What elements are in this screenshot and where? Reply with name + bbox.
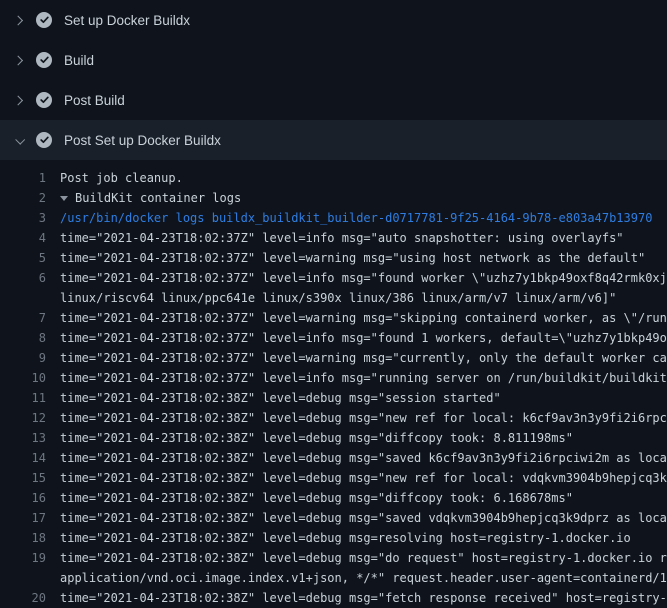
log-line: 2 BuildKit container logs — [0, 188, 667, 208]
step-label: Build — [64, 53, 94, 68]
log-text: time="2021-04-23T18:02:37Z" level=info m… — [60, 328, 667, 348]
line-number[interactable]: 16 — [0, 488, 46, 508]
line-number[interactable]: 17 — [0, 508, 46, 528]
log-text: time="2021-04-23T18:02:37Z" level=info m… — [60, 368, 667, 388]
workflow-log-viewer: Set up Docker Buildx Build Post Build Post … — [0, 0, 667, 608]
log-text: application/vnd.oci.image.index.v1+json,… — [60, 568, 667, 588]
log-line: 11 time="2021-04-23T18:02:38Z" level=debu… — [0, 388, 667, 408]
line-number[interactable]: 2 — [0, 188, 46, 208]
log-line: 3/usr/bin/docker logs buildx_buildkit_bu… — [0, 208, 667, 228]
chevron-down-icon — [14, 135, 24, 145]
log-line: 12 time="2021-04-23T18:02:38Z" level=debu… — [0, 408, 667, 428]
log-line: 20 time="2021-04-23T18:02:38Z" level=debu… — [0, 588, 667, 608]
log-line: 18 time="2021-04-23T18:02:38Z" level=debu… — [0, 528, 667, 548]
log-line-continuation: linux/riscv64 linux/ppc641e linux/s390x … — [0, 288, 667, 308]
line-number[interactable]: 10 — [0, 368, 46, 388]
log-line: 6 time="2021-04-23T18:02:37Z" level=info … — [0, 268, 667, 288]
log-line: 13 time="2021-04-23T18:02:38Z" level=debu… — [0, 428, 667, 448]
log-line: 7 time="2021-04-23T18:02:37Z" level=warni… — [0, 308, 667, 328]
line-number[interactable]: 3 — [0, 208, 46, 228]
log-text: time="2021-04-23T18:02:38Z" level=debug … — [60, 428, 573, 448]
line-number — [0, 568, 46, 588]
log-text: time="2021-04-23T18:02:38Z" level=debug … — [60, 548, 667, 568]
line-number[interactable]: 13 — [0, 428, 46, 448]
line-number[interactable]: 8 — [0, 328, 46, 348]
log-text: time="2021-04-23T18:02:38Z" level=debug … — [60, 448, 667, 468]
line-number[interactable]: 6 — [0, 268, 46, 288]
log-line: 17 time="2021-04-23T18:02:38Z" level=debu… — [0, 508, 667, 528]
log-line: 14 time="2021-04-23T18:02:38Z" level=debu… — [0, 448, 667, 468]
check-circle-icon — [36, 52, 52, 68]
line-number[interactable]: 9 — [0, 348, 46, 368]
log-line-continuation: application/vnd.oci.image.index.v1+json,… — [0, 568, 667, 588]
log-line: 8 time="2021-04-23T18:02:37Z" level=info … — [0, 328, 667, 348]
line-number[interactable]: 14 — [0, 448, 46, 468]
log-text: time="2021-04-23T18:02:38Z" level=debug … — [60, 388, 501, 408]
log-text: Post job cleanup. — [60, 168, 183, 188]
log-text: time="2021-04-23T18:02:37Z" level=info m… — [60, 268, 667, 288]
step-label: Post Build — [64, 93, 125, 108]
log-line: 1 Post job cleanup. — [0, 168, 667, 188]
triangle-down-icon — [60, 196, 68, 201]
check-circle-icon — [36, 92, 52, 108]
log-line: 9 time="2021-04-23T18:02:37Z" level=warni… — [0, 348, 667, 368]
log-text: time="2021-04-23T18:02:38Z" level=debug … — [60, 408, 667, 428]
check-circle-icon — [36, 12, 52, 28]
check-circle-icon — [36, 132, 52, 148]
line-number[interactable]: 1 — [0, 168, 46, 188]
step-label: Set up Docker Buildx — [64, 13, 190, 28]
line-number[interactable]: 20 — [0, 588, 46, 608]
line-number[interactable]: 15 — [0, 468, 46, 488]
step-row-set-up-docker-buildx[interactable]: Set up Docker Buildx — [0, 0, 667, 40]
log-text: time="2021-04-23T18:02:38Z" level=debug … — [60, 528, 631, 548]
line-number[interactable]: 7 — [0, 308, 46, 328]
step-list: Set up Docker Buildx Build Post Build Post … — [0, 0, 667, 160]
line-number[interactable]: 11 — [0, 388, 46, 408]
log-line: 4 time="2021-04-23T18:02:37Z" level=info … — [0, 228, 667, 248]
line-number[interactable]: 18 — [0, 528, 46, 548]
log-command-text: /usr/bin/docker logs buildx_buildkit_bui… — [60, 208, 652, 228]
step-row-post-set-up-docker-buildx[interactable]: Post Set up Docker Buildx — [0, 120, 667, 160]
line-number[interactable]: 19 — [0, 548, 46, 568]
step-row-build[interactable]: Build — [0, 40, 667, 80]
log-text: time="2021-04-23T18:02:37Z" level=warnin… — [60, 348, 667, 368]
line-number[interactable]: 4 — [0, 228, 46, 248]
log-line: 16 time="2021-04-23T18:02:38Z" level=debu… — [0, 488, 667, 508]
line-number[interactable]: 12 — [0, 408, 46, 428]
log-text: time="2021-04-23T18:02:38Z" level=debug … — [60, 588, 667, 608]
log-text: time="2021-04-23T18:02:37Z" level=warnin… — [60, 248, 645, 268]
log-text: time="2021-04-23T18:02:37Z" level=info m… — [60, 228, 624, 248]
log-line: 19 time="2021-04-23T18:02:38Z" level=debu… — [0, 548, 667, 568]
log-line: 5 time="2021-04-23T18:02:37Z" level=warni… — [0, 248, 667, 268]
log-text: time="2021-04-23T18:02:38Z" level=debug … — [60, 508, 667, 528]
log-line: 15 time="2021-04-23T18:02:38Z" level=debu… — [0, 468, 667, 488]
log-line: 10 time="2021-04-23T18:02:37Z" level=info… — [0, 368, 667, 388]
log-text: time="2021-04-23T18:02:38Z" level=debug … — [60, 468, 667, 488]
log-text: time="2021-04-23T18:02:38Z" level=debug … — [60, 488, 573, 508]
chevron-right-icon — [14, 15, 24, 25]
step-row-post-build[interactable]: Post Build — [0, 80, 667, 120]
log-text: linux/riscv64 linux/ppc641e linux/s390x … — [60, 288, 616, 308]
log-panel: 1 Post job cleanup. 2 BuildKit container lo… — [0, 160, 667, 608]
line-number[interactable]: 5 — [0, 248, 46, 268]
log-text: time="2021-04-23T18:02:37Z" level=warnin… — [60, 308, 667, 328]
step-label: Post Set up Docker Buildx — [64, 133, 221, 148]
chevron-right-icon — [14, 95, 24, 105]
line-number — [0, 288, 46, 308]
chevron-right-icon — [14, 55, 24, 65]
log-group-toggle[interactable]: BuildKit container logs — [60, 188, 241, 208]
